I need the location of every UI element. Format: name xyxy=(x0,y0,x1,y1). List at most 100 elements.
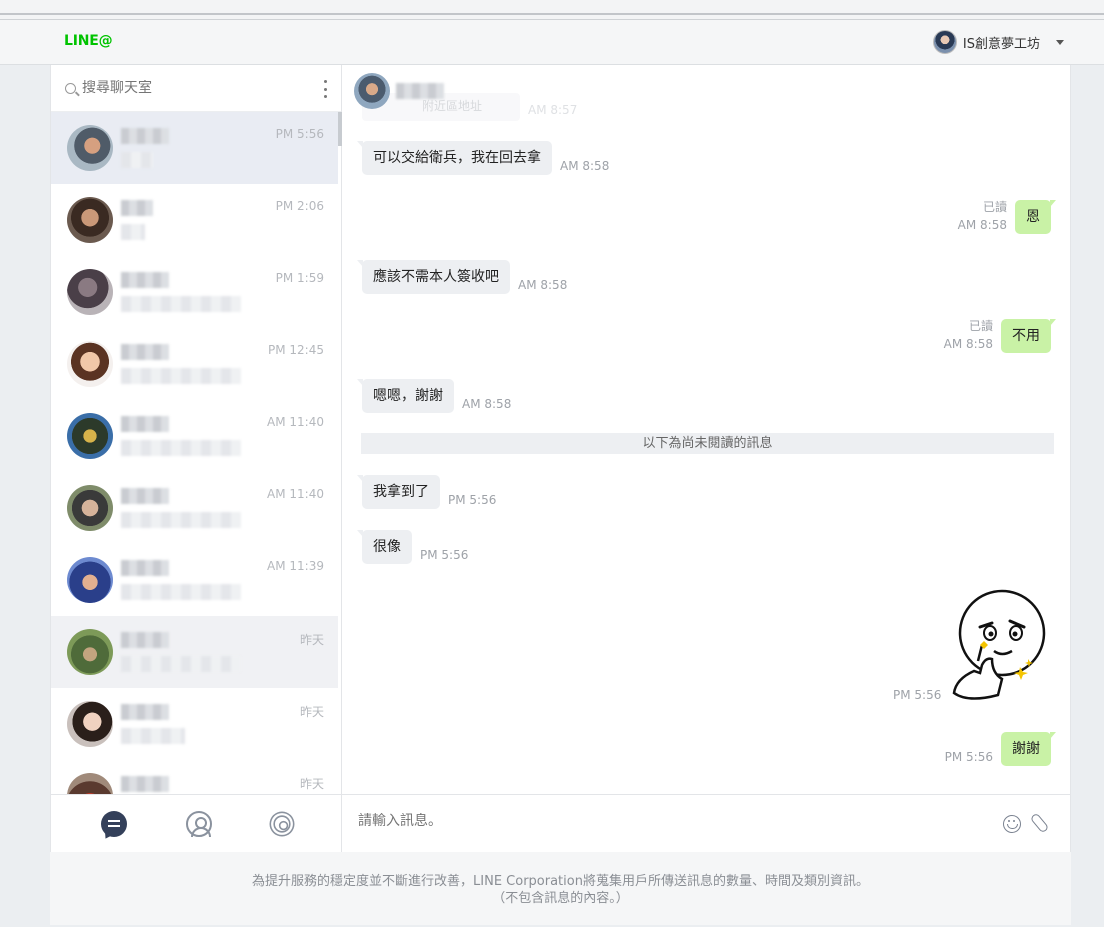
message-meta: 已讀 AM 8:58 xyxy=(944,317,993,353)
search-icon xyxy=(65,82,76,94)
chat-list: PM 5:56 PM 2:06 PM 1:59 PM 12:45 AM 11:4… xyxy=(51,112,338,794)
chat-list-item[interactable]: PM 5:56 xyxy=(51,112,338,184)
message-time: AM 8:58 xyxy=(462,397,512,411)
chat-time: PM 5:56 xyxy=(275,127,324,141)
chat-list-item[interactable]: 昨天 xyxy=(51,688,338,760)
chat-name-blurred xyxy=(121,776,169,792)
chat-time: AM 11:40 xyxy=(267,487,324,501)
chat-name-blurred xyxy=(121,272,169,288)
chat-list-item[interactable]: 昨天 xyxy=(51,760,338,794)
avatar xyxy=(67,557,113,603)
search-input[interactable] xyxy=(82,80,282,96)
chat-time: AM 11:39 xyxy=(267,559,324,573)
chat-name-blurred xyxy=(121,128,169,144)
chat-time: PM 1:59 xyxy=(275,271,324,285)
sidebar-nav xyxy=(51,794,342,852)
chat-list-item[interactable]: PM 2:06 xyxy=(51,184,338,256)
read-receipt: 已讀 xyxy=(968,319,993,333)
message-bubble[interactable]: 恩 xyxy=(1015,200,1056,234)
chat-list-item[interactable]: PM 12:45 xyxy=(51,328,338,400)
chat-list-item[interactable]: 昨天 xyxy=(51,616,338,688)
chat-area: 附近區地址 AM 8:57 可以交給衛兵，我在回去拿 AM 8:58 恩 已讀 … xyxy=(342,65,1070,852)
gear-icon[interactable] xyxy=(272,814,291,833)
message-time: AM 8:58 xyxy=(560,159,610,173)
paperclip-icon[interactable] xyxy=(1029,812,1050,834)
avatar xyxy=(67,413,113,459)
message-time: AM 8:58 xyxy=(518,278,568,292)
chat-name-blurred xyxy=(121,632,169,648)
chat-name-blurred xyxy=(121,488,169,504)
avatar xyxy=(67,269,113,315)
unread-divider: 以下為尚未閱讀的訊息 xyxy=(361,433,1054,454)
chat-time: PM 2:06 xyxy=(275,199,324,213)
chat-preview-blurred xyxy=(121,440,241,456)
chat-time: 昨天 xyxy=(299,633,324,647)
message-bubble[interactable]: 應該不需本人簽收吧 xyxy=(357,260,510,294)
chat-list-item[interactable]: AM 11:40 xyxy=(51,400,338,472)
browser-chrome xyxy=(0,0,1104,20)
chat-preview-blurred xyxy=(121,656,241,672)
message-incoming: 可以交給衛兵，我在回去拿 AM 8:58 xyxy=(357,141,610,175)
search-bar xyxy=(51,65,341,112)
message-composer xyxy=(342,794,1070,852)
avatar xyxy=(67,341,113,387)
avatar xyxy=(67,125,113,171)
message-bubble[interactable]: 謝謝 xyxy=(1001,732,1056,766)
message-bubble[interactable]: 可以交給衛兵，我在回去拿 xyxy=(357,141,552,175)
chat-name-blurred xyxy=(121,704,169,720)
chat-app: PM 5:56 PM 2:06 PM 1:59 PM 12:45 xyxy=(50,65,1071,852)
chat-preview-blurred xyxy=(121,728,185,744)
message-incoming: 應該不需本人簽收吧 AM 8:58 xyxy=(357,260,568,294)
message-incoming: 我拿到了 PM 5:56 xyxy=(357,475,496,509)
avatar xyxy=(67,773,113,794)
person-icon[interactable] xyxy=(185,810,212,837)
chat-preview-blurred xyxy=(121,368,241,384)
message-bubble[interactable]: 很像 xyxy=(357,530,412,564)
message-outgoing: 謝謝 PM 5:56 xyxy=(944,732,1056,766)
chat-list-item[interactable]: AM 11:40 xyxy=(51,472,338,544)
chat-preview-blurred xyxy=(121,512,241,528)
message-time: AM 8:58 xyxy=(943,337,993,351)
chat-time: 昨天 xyxy=(299,705,324,719)
chat-bubble-icon[interactable] xyxy=(100,810,127,837)
emoji-icon[interactable] xyxy=(1003,815,1021,833)
privacy-notice: 為提升服務的穩定度並不斷進行改善，LINE Corporation將蒐集用戶所傳… xyxy=(50,852,1071,925)
message-input[interactable] xyxy=(358,813,958,829)
contact-name-blurred xyxy=(396,83,444,99)
read-receipt: 已讀 xyxy=(982,200,1007,214)
avatar[interactable] xyxy=(354,73,390,109)
message-time: PM 5:56 xyxy=(944,750,993,764)
account-menu[interactable]: IS創意夢工坊 xyxy=(932,29,1064,55)
chat-list-item[interactable]: PM 1:59 xyxy=(51,256,338,328)
line-at-logo[interactable]: LINE@ xyxy=(64,33,113,49)
chat-preview-blurred xyxy=(121,224,145,240)
faded-message-time: AM 8:57 xyxy=(528,103,578,117)
chat-preview-blurred xyxy=(121,296,241,312)
chat-name-blurred xyxy=(121,344,169,360)
message-bubble[interactable]: 嗯嗯，謝謝 xyxy=(357,379,454,413)
avatar xyxy=(67,485,113,531)
top-header: LINE@ IS創意夢工坊 xyxy=(0,20,1104,65)
account-avatar xyxy=(932,30,957,54)
more-options-icon[interactable] xyxy=(323,80,327,98)
sticker-time: PM 5:56 xyxy=(893,688,942,702)
chat-name-blurred xyxy=(121,416,169,432)
message-outgoing: 不用 已讀 AM 8:58 xyxy=(944,317,1056,353)
message-bubble[interactable]: 不用 xyxy=(1001,319,1056,353)
chat-list-item[interactable]: AM 11:39 xyxy=(51,544,338,616)
thumbs-up-sticker[interactable] xyxy=(950,587,1046,703)
chat-preview-blurred xyxy=(121,152,153,168)
account-name: IS創意夢工坊 xyxy=(962,36,1040,52)
message-bubble[interactable]: 我拿到了 xyxy=(357,475,440,509)
sidebar: PM 5:56 PM 2:06 PM 1:59 PM 12:45 xyxy=(51,65,342,852)
message-incoming: 嗯嗯，謝謝 AM 8:58 xyxy=(357,379,512,413)
privacy-notice-line-2: （不包含訊息的內容。） xyxy=(492,891,629,906)
chat-time: PM 12:45 xyxy=(268,343,324,357)
avatar xyxy=(67,629,113,675)
chat-preview-blurred xyxy=(121,584,241,600)
message-time: AM 8:58 xyxy=(957,218,1007,232)
avatar xyxy=(67,197,113,243)
message-meta: 已讀 AM 8:58 xyxy=(958,198,1007,234)
chat-time: AM 11:40 xyxy=(267,415,324,429)
avatar xyxy=(67,701,113,747)
